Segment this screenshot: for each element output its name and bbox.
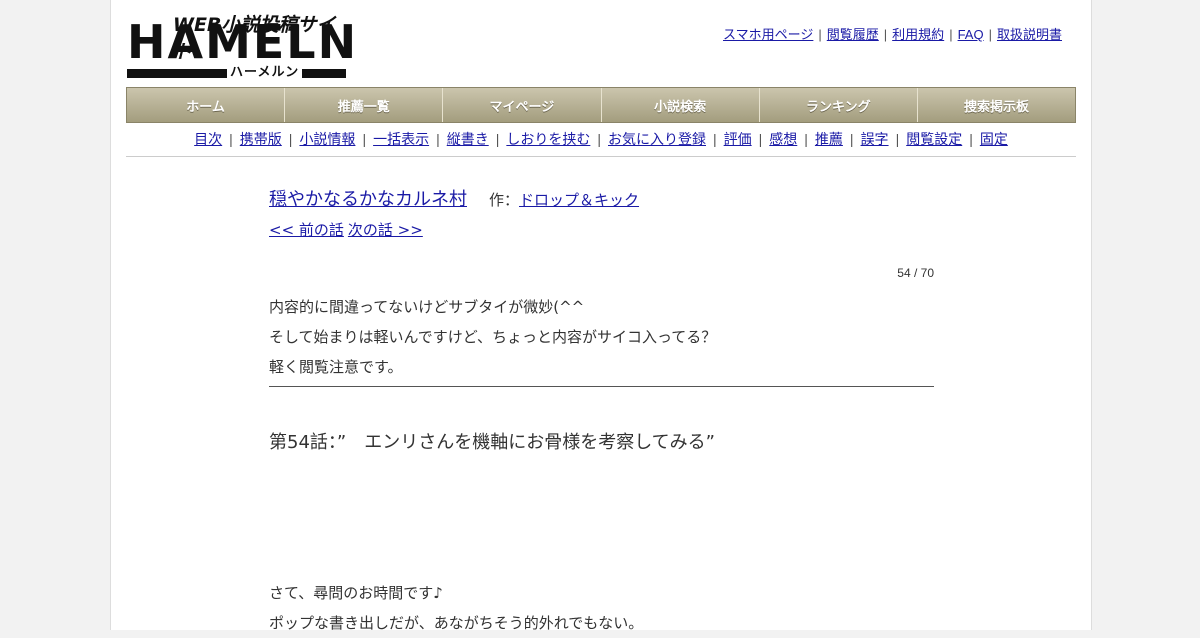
chapter-body: さて、尋問のお時間です♪ ポップな書き出しだが、あながちそう的外れでもない。 <box>269 578 643 638</box>
subnav-favorite[interactable]: お気に入り登録 <box>608 131 706 147</box>
subnav-vertical[interactable]: 縦書き <box>447 131 489 147</box>
subnav-review[interactable]: 感想 <box>769 131 797 147</box>
author-prefix: 作： <box>489 191 520 209</box>
preface-divider <box>269 386 934 387</box>
page-container: WEB小説投稿サイト HAMELN ハーメルン スマホ用ページ | 閲覧履歴 | 利用規… <box>110 0 1092 632</box>
preface: 内容的に間違ってないけどサブタイが微妙(^^ そして始まりは軽いんですけど、ちょ… <box>269 292 716 382</box>
subnav-fix[interactable]: 固定 <box>980 131 1008 147</box>
subnav-toc[interactable]: 目次 <box>194 131 222 147</box>
nav-home[interactable]: ホーム <box>127 88 286 122</box>
author-link[interactable]: ドロップ＆キック <box>519 191 639 209</box>
preface-line: そして始まりは軽いんですけど、ちょっと内容がサイコ入ってる？ <box>269 328 717 346</box>
preface-line: 内容的に間違ってないけどサブタイが微妙(^^ <box>269 298 585 316</box>
subnav-view-settings[interactable]: 閲覧設定 <box>906 131 962 147</box>
main-nav: ホーム 推薦一覧 マイページ 小説検索 ランキング 捜索掲示板 <box>126 87 1076 123</box>
chapter-navigation: << 前の話 次の話 >> <box>269 219 427 240</box>
subnav-bookmark[interactable]: しおりを挟む <box>506 131 590 147</box>
manual-link[interactable]: 取扱説明書 <box>997 27 1062 42</box>
nav-recommendations[interactable]: 推薦一覧 <box>285 88 444 122</box>
nav-mypage[interactable]: マイページ <box>443 88 602 122</box>
author-line: 作：ドロップ＆キック <box>489 189 639 210</box>
novel-title-link[interactable]: 穏やかなるかなカルネ村 <box>269 185 467 211</box>
subnav-mobile[interactable]: 携帯版 <box>240 131 282 147</box>
body-line: ポップな書き出しだが、あながちそう的外れでもない。 <box>269 614 644 632</box>
prev-chapter-link[interactable]: << 前の話 <box>269 221 344 239</box>
next-chapter-link[interactable]: 次の話 >> <box>348 221 423 239</box>
terms-link[interactable]: 利用規約 <box>892 27 944 42</box>
subnav-divider <box>126 156 1076 157</box>
subnav-show-all[interactable]: 一括表示 <box>373 131 429 147</box>
logo-kana: ハーメルン <box>227 65 303 81</box>
subnav-rating[interactable]: 評価 <box>724 131 752 147</box>
subnav-typo[interactable]: 誤字 <box>861 131 889 147</box>
smartphone-page-link[interactable]: スマホ用ページ <box>723 27 813 42</box>
nav-novel-search[interactable]: 小説検索 <box>602 88 760 122</box>
logo-name: HAMELN <box>127 15 359 69</box>
body-line: さて、尋問のお時間です♪ <box>269 584 443 602</box>
subnav-novel-info[interactable]: 小説情報 <box>299 131 355 147</box>
header-links: スマホ用ページ | 閲覧履歴 | 利用規約 | FAQ | 取扱説明書 <box>723 27 1062 42</box>
site-logo[interactable]: WEB小説投稿サイト HAMELN ハーメルン <box>127 10 356 81</box>
preface-line: 軽く閲覧注意です。 <box>269 358 403 376</box>
history-link[interactable]: 閲覧履歴 <box>827 27 879 42</box>
novel-subnav: 目次 | 携帯版 | 小説情報 | 一括表示 | 縦書き | しおりを挟む | お気に入り登録 | 評価 | 感… <box>194 131 1008 147</box>
subnav-recommend[interactable]: 推薦 <box>815 131 843 147</box>
faq-link[interactable]: FAQ <box>958 27 984 42</box>
nav-search-board[interactable]: 捜索掲示板 <box>918 88 1075 122</box>
page-count: 54 / 70 <box>897 266 934 280</box>
chapter-title: 第54話：” エンリさんを機軸にお骨様を考察してみる” <box>269 432 716 453</box>
nav-ranking[interactable]: ランキング <box>760 88 918 122</box>
